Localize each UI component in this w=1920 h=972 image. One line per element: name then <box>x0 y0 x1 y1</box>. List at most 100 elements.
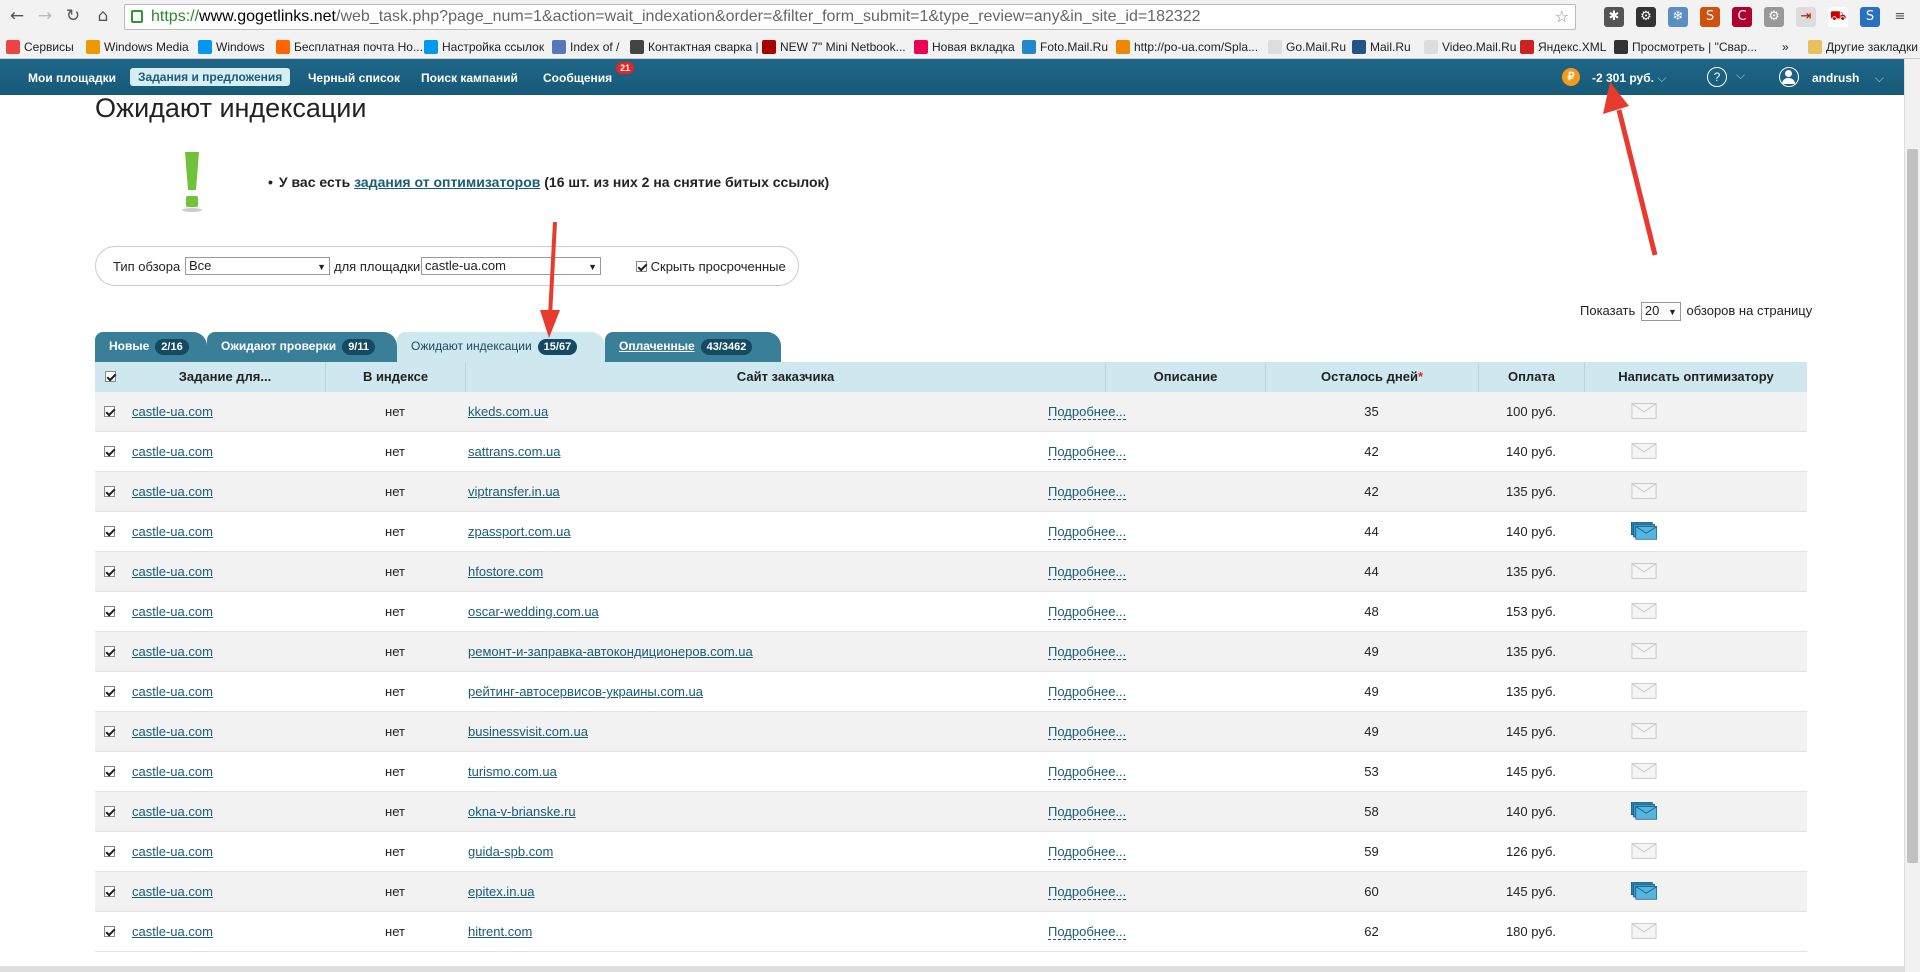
details-link[interactable]: Подробнее... <box>1048 805 1127 820</box>
task-site-link[interactable]: castle-ua.com <box>132 844 213 859</box>
bookmark-item[interactable]: Index of / <box>552 38 619 56</box>
star-icon[interactable]: ☆ <box>1555 5 1569 29</box>
back-icon[interactable]: ← <box>6 5 28 27</box>
nav-tasks-offers[interactable]: Задания и предложения <box>130 68 291 86</box>
scrollbar-thumb[interactable] <box>1907 149 1918 863</box>
row-checkbox[interactable] <box>104 766 115 777</box>
row-checkbox[interactable] <box>104 846 115 857</box>
envelope-icon[interactable] <box>1631 562 1657 580</box>
extension-exit-icon[interactable]: ⇥ <box>1796 7 1816 27</box>
bookmark-item[interactable]: Windows <box>198 38 265 56</box>
nav-blacklist[interactable]: Черный список <box>300 69 408 87</box>
customer-site-link[interactable]: oscar-wedding.com.ua <box>468 604 599 619</box>
horizontal-scrollbar[interactable] <box>0 966 1904 972</box>
row-select[interactable] <box>104 912 115 952</box>
bookmark-item[interactable]: Просмотреть | "Свар... <box>1614 38 1757 56</box>
extension-cart-icon[interactable]: ⛟ <box>1828 7 1848 27</box>
customer-site-link[interactable]: рейтинг-автосервисов-украины.com.ua <box>468 684 703 699</box>
home-icon[interactable]: ⌂ <box>92 5 114 27</box>
nav-messages[interactable]: Сообщения 21 <box>535 62 635 87</box>
message-stack-icon[interactable] <box>1631 802 1657 820</box>
row-select[interactable] <box>104 472 115 512</box>
select-all[interactable] <box>95 362 125 392</box>
task-site-link[interactable]: castle-ua.com <box>132 804 213 819</box>
optimizer-tasks-link[interactable]: задания от оптимизаторов <box>354 174 540 190</box>
bookmark-item[interactable]: Бесплатная почта Но... <box>276 38 423 56</box>
details-link[interactable]: Подробнее... <box>1048 765 1127 780</box>
bookmark-item[interactable]: Яндекс.XML <box>1520 38 1606 56</box>
bookmarks-more[interactable]: » <box>1782 38 1789 56</box>
bookmark-item[interactable]: Новая вкладка <box>914 38 1015 56</box>
site-select[interactable]: castle-ua.com ▼ <box>421 257 601 275</box>
extension-cog-icon[interactable]: ⚙ <box>1764 7 1784 27</box>
per-page-select[interactable]: 20 ▼ <box>1640 302 1681 321</box>
col-in-index[interactable]: В индексе <box>325 362 465 392</box>
envelope-icon[interactable] <box>1631 402 1657 420</box>
row-select[interactable] <box>104 872 115 912</box>
row-select[interactable] <box>104 792 115 832</box>
customer-site-link[interactable]: zpassport.com.ua <box>468 524 571 539</box>
row-checkbox[interactable] <box>104 646 115 657</box>
scrollbar[interactable] <box>1904 59 1920 972</box>
details-link[interactable]: Подробнее... <box>1048 445 1127 460</box>
bookmark-item[interactable]: Windows Media <box>86 38 189 56</box>
envelope-icon[interactable] <box>1631 722 1657 740</box>
details-link[interactable]: Подробнее... <box>1048 565 1127 580</box>
customer-site-link[interactable]: ремонт-и-заправка-автокондиционеров.com.… <box>468 644 753 659</box>
task-site-link[interactable]: castle-ua.com <box>132 604 213 619</box>
col-task[interactable]: Задание для... <box>125 362 325 392</box>
forward-icon[interactable]: → <box>34 5 56 27</box>
extension-s-icon[interactable]: S <box>1700 7 1720 27</box>
col-customer-site[interactable]: Сайт заказчика <box>465 362 1105 392</box>
hide-expired-checkbox[interactable] <box>636 261 647 272</box>
row-checkbox[interactable] <box>104 726 115 737</box>
customer-site-link[interactable]: hitrent.com <box>468 924 532 939</box>
row-select[interactable] <box>104 432 115 472</box>
task-site-link[interactable]: castle-ua.com <box>132 884 213 899</box>
row-checkbox[interactable] <box>104 406 115 417</box>
row-select[interactable] <box>104 552 115 592</box>
details-link[interactable]: Подробнее... <box>1048 725 1127 740</box>
message-stack-icon[interactable] <box>1631 522 1657 540</box>
bookmark-item[interactable]: Контактная сварка | <box>630 38 759 56</box>
customer-site-link[interactable]: epitex.in.ua <box>468 884 535 899</box>
bookmark-item[interactable]: Настройка ссылок <box>424 38 544 56</box>
row-select[interactable] <box>104 632 115 672</box>
details-link[interactable]: Подробнее... <box>1048 645 1127 660</box>
envelope-icon[interactable] <box>1631 922 1657 940</box>
task-site-link[interactable]: castle-ua.com <box>132 484 213 499</box>
row-checkbox[interactable] <box>104 446 115 457</box>
task-site-link[interactable]: castle-ua.com <box>132 564 213 579</box>
envelope-icon[interactable] <box>1631 762 1657 780</box>
extension-gear-icon[interactable]: ⚙ <box>1636 7 1656 27</box>
message-stack-icon[interactable] <box>1631 882 1657 900</box>
tab-new[interactable]: Новые 2/16 <box>95 332 207 362</box>
nav-my-sites[interactable]: Мои площадки <box>20 69 124 87</box>
customer-site-link[interactable]: viptransfer.in.ua <box>468 484 560 499</box>
details-link[interactable]: Подробнее... <box>1048 605 1127 620</box>
bookmark-item[interactable]: http://po-ua.com/Spla... <box>1116 38 1258 56</box>
envelope-icon[interactable] <box>1631 442 1657 460</box>
help-icon[interactable]: ? <box>1707 67 1727 87</box>
envelope-icon[interactable] <box>1631 842 1657 860</box>
col-payment[interactable]: Оплата <box>1478 362 1584 392</box>
extension-bug-icon[interactable]: ✱ <box>1604 7 1624 27</box>
envelope-icon[interactable] <box>1631 642 1657 660</box>
col-write-optimizer[interactable]: Написать оптимизатору <box>1584 362 1807 392</box>
menu-icon[interactable]: ≡ <box>1890 7 1910 27</box>
bookmark-item[interactable]: Сервисы <box>6 38 74 56</box>
balance[interactable]: -2 301 руб. ⌵ <box>1584 69 1674 87</box>
details-link[interactable]: Подробнее... <box>1048 685 1127 700</box>
details-link[interactable]: Подробнее... <box>1048 885 1127 900</box>
col-days-left[interactable]: Осталось дней* <box>1265 362 1478 392</box>
tab-awaiting-indexation[interactable]: Ожидают индексации 15/67 <box>397 332 605 362</box>
customer-site-link[interactable]: businessvisit.com.ua <box>468 724 588 739</box>
task-site-link[interactable]: castle-ua.com <box>132 924 213 939</box>
customer-site-link[interactable]: kkeds.com.ua <box>468 404 548 419</box>
review-type-select[interactable]: Все ▼ <box>185 257 330 275</box>
row-select[interactable] <box>104 512 115 552</box>
row-checkbox[interactable] <box>104 686 115 697</box>
row-checkbox[interactable] <box>104 886 115 897</box>
bookmark-item[interactable]: Video.Mail.Ru <box>1424 38 1516 56</box>
extension-snow-icon[interactable]: ❄ <box>1668 7 1688 27</box>
